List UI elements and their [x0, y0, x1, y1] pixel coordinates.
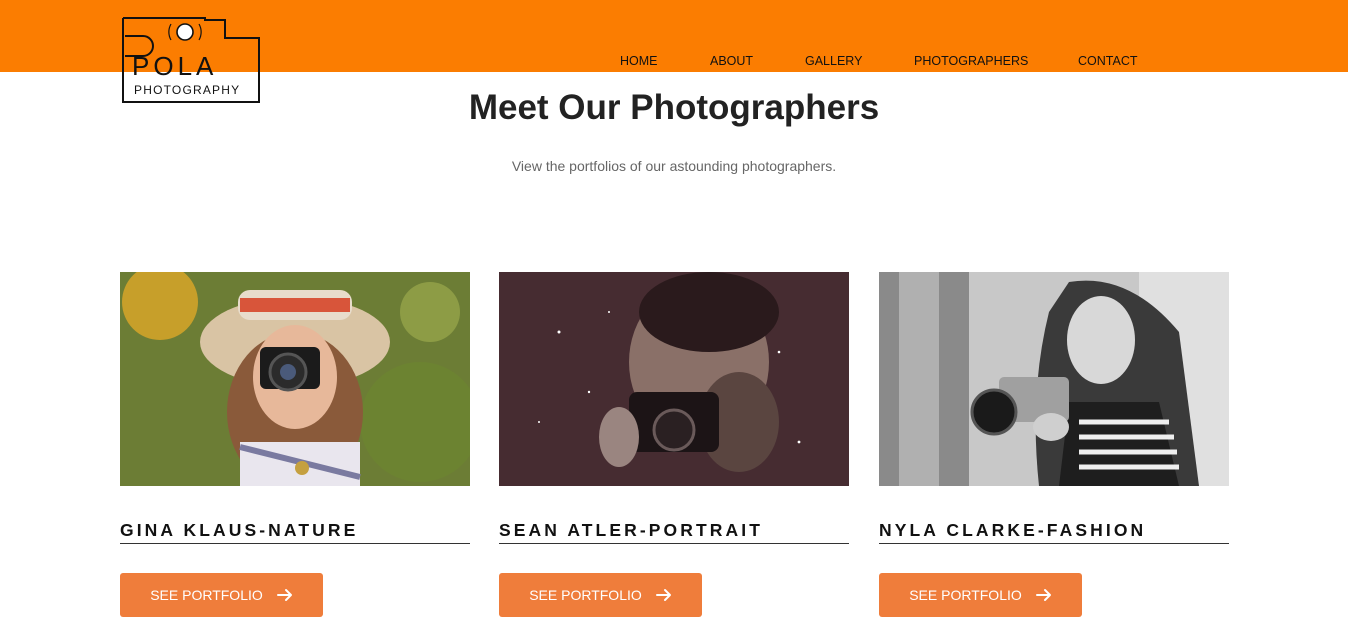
nav-contact[interactable]: CONTACT	[1078, 53, 1138, 69]
photographer-photo	[879, 272, 1229, 486]
nav-photographers[interactable]: PHOTOGRAPHERS	[914, 53, 1028, 69]
see-portfolio-button[interactable]: SEE PORTFOLIO	[499, 573, 702, 617]
button-label: SEE PORTFOLIO	[529, 587, 642, 603]
button-label: SEE PORTFOLIO	[150, 587, 263, 603]
page-subtitle: View the portfolios of our astounding ph…	[511, 158, 837, 174]
nav-about[interactable]: ABOUT	[710, 53, 753, 69]
photographer-name: SEAN ATLER-PORTRAIT	[499, 520, 849, 544]
see-portfolio-button[interactable]: SEE PORTFOLIO	[879, 573, 1082, 617]
photographer-name: GINA KLAUS-NATURE	[120, 520, 470, 544]
see-portfolio-button[interactable]: SEE PORTFOLIO	[120, 573, 323, 617]
page-title: Meet Our Photographers	[468, 88, 880, 127]
nav-home[interactable]: HOME	[620, 53, 658, 69]
logo-wordmark: POLA	[132, 51, 218, 81]
arrow-right-icon	[1035, 589, 1051, 601]
arrow-right-icon	[276, 589, 292, 601]
nav-gallery[interactable]: GALLERY	[805, 53, 862, 69]
arrow-right-icon	[655, 589, 671, 601]
photographer-name: NYLA CLARKE-FASHION	[879, 520, 1229, 544]
button-label: SEE PORTFOLIO	[909, 587, 1022, 603]
photographer-photo	[499, 272, 849, 486]
photographer-photo	[120, 272, 470, 486]
